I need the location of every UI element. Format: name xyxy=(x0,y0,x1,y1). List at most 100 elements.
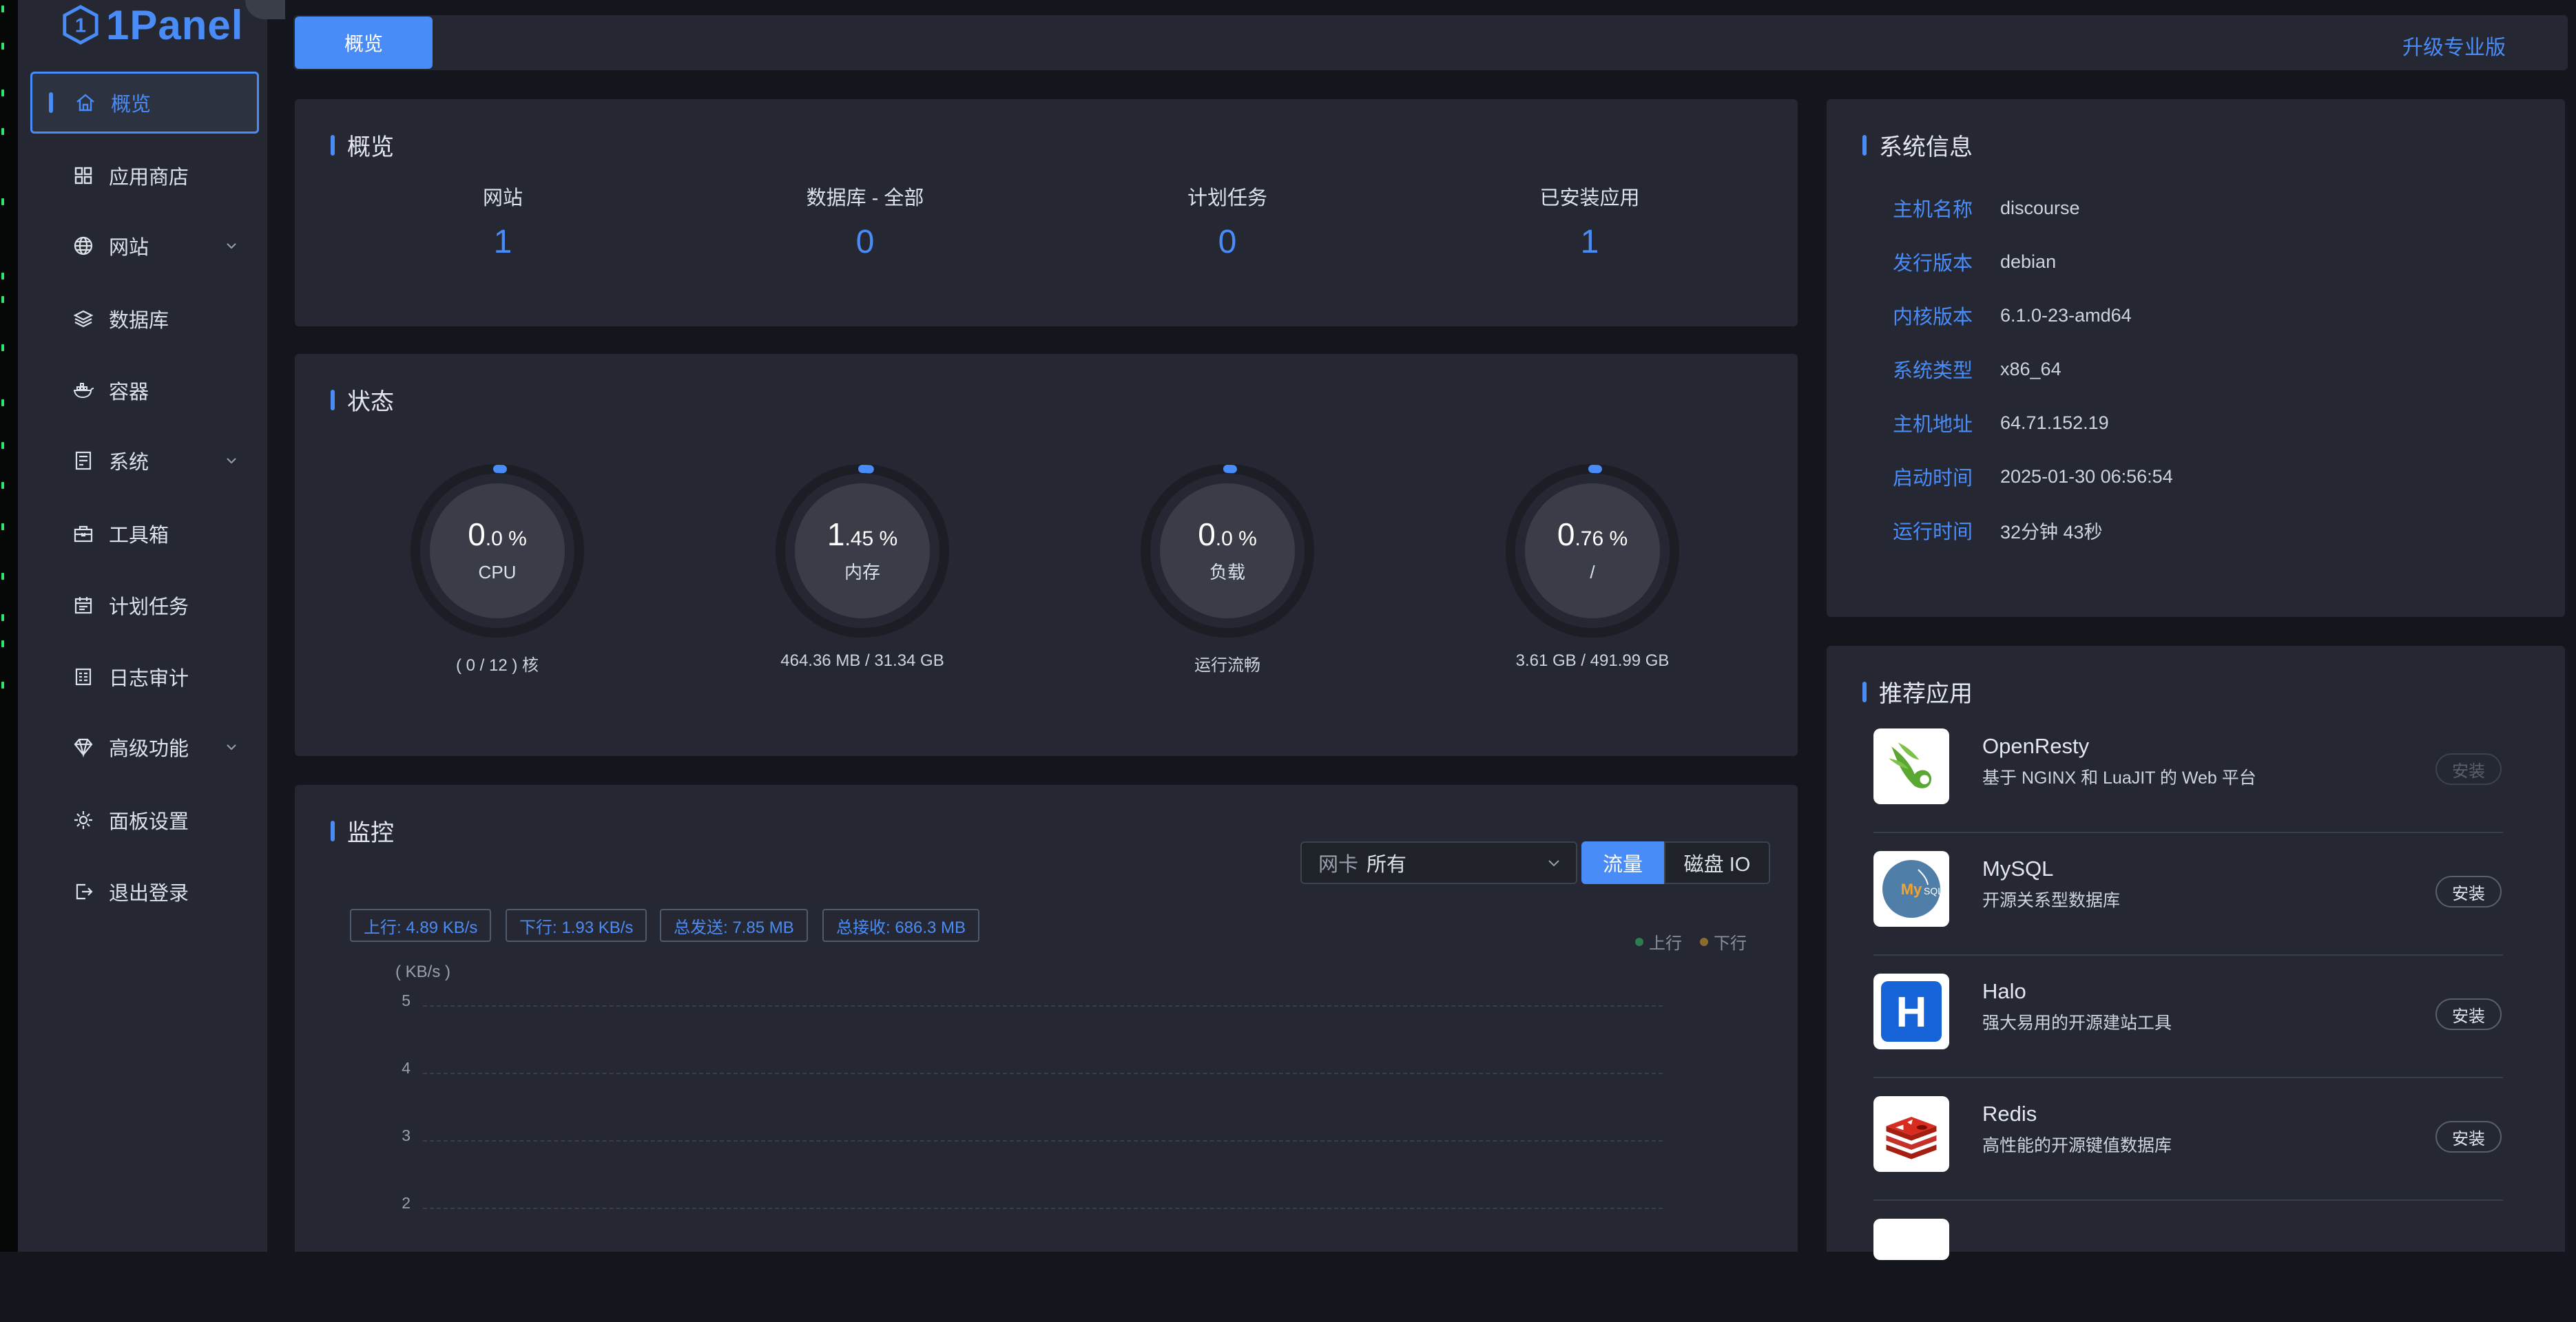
gauge-memory[interactable]: 1.45 % 内存 464.36 MB / 31.34 GB xyxy=(690,456,1035,671)
svg-text:1: 1 xyxy=(75,15,86,37)
sidebar-item-app-store[interactable]: 应用商店 xyxy=(30,145,259,207)
docker-icon xyxy=(72,379,95,402)
sidebar: 1 1Panel 概览 应用商店 网站 数据库 容器 系统 工具箱 计划任务 日 xyxy=(18,0,285,1252)
status-card: 状态 0.0 % CPU ( 0 / 12 ) 核 1.45 % 内存 464.36… xyxy=(295,354,1798,756)
gauge-disk[interactable]: 0.76 %/ 3.61 GB / 491.99 GB xyxy=(1420,456,1765,671)
svg-text:H: H xyxy=(1896,989,1927,1036)
gauge-cpu[interactable]: 0.0 % CPU ( 0 / 12 ) 核 xyxy=(325,456,669,675)
logout-icon xyxy=(72,880,95,903)
card-title: 状态 xyxy=(331,383,394,417)
grid-line xyxy=(423,1073,1663,1074)
sidebar-item-log-audit[interactable]: 日志审计 xyxy=(30,646,259,708)
gauge-label: CPU xyxy=(479,562,517,583)
stat-label: 网站 xyxy=(482,187,523,209)
terminal-strip xyxy=(0,0,18,1252)
grid-line xyxy=(423,1208,1663,1209)
gauge-sub: 3.61 GB / 491.99 GB xyxy=(1515,651,1670,670)
stat-value: 1 xyxy=(1580,224,1599,260)
disk-io-toggle[interactable]: 磁盘 IO xyxy=(1664,841,1770,884)
card-title: 推荐应用 xyxy=(1862,675,1973,709)
sidebar-item-toolbox[interactable]: 工具箱 xyxy=(30,503,259,565)
sidebar-item-advanced[interactable]: 高级功能 xyxy=(30,716,259,778)
app-icon-partial xyxy=(1873,1219,1949,1260)
layers-icon xyxy=(72,307,95,330)
traffic-toggle[interactable]: 流量 xyxy=(1581,841,1664,884)
stat-value: 0 xyxy=(1218,224,1237,260)
chip-total-sent: 总发送: 7.85 MB xyxy=(660,909,808,942)
sidebar-item-database[interactable]: 数据库 xyxy=(30,288,259,350)
sidebar-item-system[interactable]: 系统 xyxy=(30,430,259,492)
install-button[interactable]: 安装 xyxy=(2435,1121,2502,1153)
gauge-inner-disc xyxy=(1160,483,1295,618)
redis-icon xyxy=(1873,1096,1949,1172)
nic-select-prefix: 网卡 xyxy=(1318,854,1359,876)
app-name: OpenResty xyxy=(1982,734,2090,758)
gauge-inner-disc xyxy=(430,483,565,618)
overview-card: 概览 网站 1 数据库 - 全部 0 计划任务 0 已安装应用 1 xyxy=(295,99,1798,326)
gauge-load[interactable]: 0.0 % 负载 运行流畅 xyxy=(1055,456,1400,675)
gauge-sub: ( 0 / 12 ) 核 xyxy=(455,656,539,675)
app-row-redis[interactable]: Redis 高性能的开源键值数据库 安装 xyxy=(1873,1077,2503,1201)
stat-cron-jobs[interactable]: 计划任务 0 xyxy=(1090,182,1365,261)
app-desc: 高性能的开源键值数据库 xyxy=(1982,1136,2172,1155)
nic-select[interactable]: 网卡 所有 xyxy=(1300,841,1577,884)
sidebar-item-label: 数据库 xyxy=(109,310,169,332)
grid-icon xyxy=(72,164,95,187)
chip-download-rate: 下行: 1.93 KB/s xyxy=(506,909,647,942)
install-button[interactable]: 安装 xyxy=(2435,876,2502,907)
chevron-down-icon[interactable] xyxy=(225,239,238,253)
stat-label: 计划任务 xyxy=(1187,187,1267,209)
app-row-mysql[interactable]: My SQL MySQL 开源关系型数据库 安装 xyxy=(1873,832,2503,956)
mysql-icon: My SQL xyxy=(1873,851,1949,927)
info-row-boot-time: 启动时间 2025-01-30 06:56:54 xyxy=(1893,465,2173,490)
sidebar-item-label: 计划任务 xyxy=(109,596,189,618)
app-row-next[interactable] xyxy=(1873,1199,2503,1322)
system-info-card: 系统信息 主机名称 discourse 发行版本 debian 内核版本 6.1.0-… xyxy=(1827,99,2565,617)
chevron-down-icon[interactable] xyxy=(225,454,238,468)
card-title: 系统信息 xyxy=(1862,128,1973,162)
logo-corner xyxy=(245,0,285,19)
install-button[interactable]: 安装 xyxy=(2435,998,2502,1030)
app-row-halo[interactable]: H Halo 强大易用的开源建站工具 安装 xyxy=(1873,954,2503,1078)
legend-upload[interactable]: 上行 xyxy=(1635,930,1682,954)
chevron-down-icon[interactable] xyxy=(225,740,238,754)
app-row-openresty[interactable]: OpenResty 基于 NGINX 和 LuaJIT 的 Web 平台 安装 xyxy=(1873,709,2503,833)
upgrade-link[interactable]: 升级专业版 xyxy=(2402,30,2506,61)
info-row-address: 主机地址 64.71.152.19 xyxy=(1893,412,2109,437)
top-bar: 概览 升级专业版 xyxy=(293,15,2568,70)
svg-text:My: My xyxy=(1901,881,1922,898)
stat-label: 数据库 - 全部 xyxy=(806,187,924,209)
logo[interactable]: 1 1Panel xyxy=(61,1,244,48)
monitor-card: 监控 网卡 所有 流量 磁盘 IO 上行: 4.89 KB/s 下行: 1.93… xyxy=(295,785,1798,1252)
sidebar-item-label: 容器 xyxy=(109,381,149,403)
server-icon xyxy=(72,449,95,472)
sidebar-item-overview[interactable]: 概览 xyxy=(30,72,259,134)
stat-websites[interactable]: 网站 1 xyxy=(365,182,641,261)
y-tick: 3 xyxy=(402,1126,411,1144)
legend-download[interactable]: 下行 xyxy=(1700,930,1747,954)
tab-overview[interactable]: 概览 xyxy=(295,17,433,69)
globe-icon xyxy=(72,234,95,258)
sidebar-item-website[interactable]: 网站 xyxy=(30,215,259,277)
sidebar-item-label: 工具箱 xyxy=(109,525,169,547)
logo-text: 1Panel xyxy=(106,1,244,48)
sidebar-item-container[interactable]: 容器 xyxy=(30,359,259,421)
stat-installed-apps[interactable]: 已安装应用 1 xyxy=(1452,182,1727,261)
chip-total-received: 总接收: 686.3 MB xyxy=(822,909,980,942)
y-tick: 5 xyxy=(402,992,411,1009)
stat-databases[interactable]: 数据库 - 全部 0 xyxy=(727,182,1003,261)
sidebar-item-label: 应用商店 xyxy=(109,167,189,189)
chevron-down-icon xyxy=(1548,860,1559,867)
install-button[interactable]: 安装 xyxy=(2435,753,2502,785)
y-tick: 2 xyxy=(402,1194,411,1212)
sidebar-item-label: 概览 xyxy=(111,94,152,116)
app-name: Redis xyxy=(1982,1102,2037,1126)
sidebar-item-panel-settings[interactable]: 面板设置 xyxy=(30,789,259,851)
sidebar-item-cron[interactable]: 计划任务 xyxy=(30,574,259,636)
sidebar-item-label: 退出登录 xyxy=(109,883,189,905)
info-row-hostname: 主机名称 discourse xyxy=(1893,197,2080,222)
sidebar-item-logout[interactable]: 退出登录 xyxy=(30,861,259,923)
gear-icon xyxy=(72,808,95,832)
grid-line xyxy=(423,1005,1663,1007)
recommended-apps-card: 推荐应用 OpenResty 基于 NGINX 和 LuaJIT 的 Web 平… xyxy=(1827,646,2565,1260)
